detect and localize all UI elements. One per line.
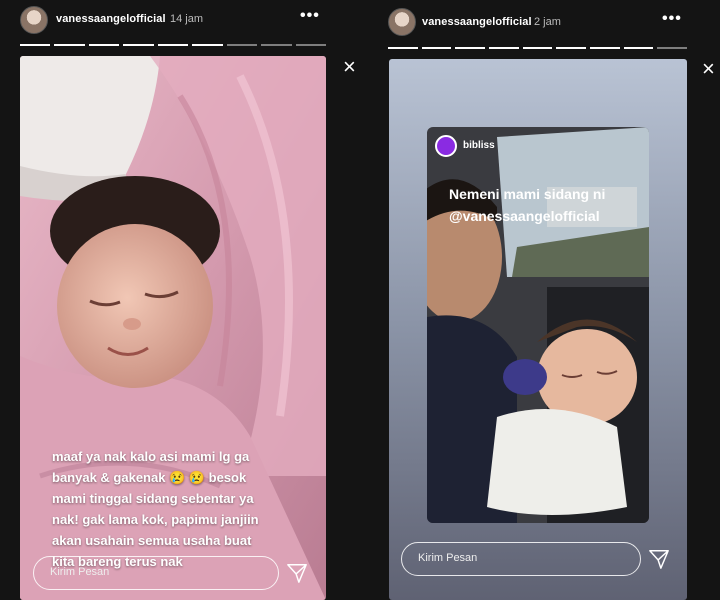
message-placeholder: Kirim Pesan [418, 552, 478, 564]
caption-line: nak! gak lama kok, papimu janjiin [52, 512, 259, 527]
progress-segment [123, 44, 154, 46]
progress-segment [54, 44, 85, 46]
progress-segment [20, 44, 51, 46]
story-progress-bar [388, 47, 688, 49]
quoted-caption: Nemeni mami sidang ni @vanessaangeloffic… [449, 183, 605, 227]
progress-segment [421, 47, 452, 49]
story-viewer-left: vanessaangelofficial 14 jam ••• × maaf y… [0, 0, 370, 600]
caption-line: banyak & gakenak 😢 😢 besok [52, 470, 247, 485]
quoted-username[interactable]: bibliss [463, 140, 495, 151]
more-dots-icon[interactable]: ••• [662, 10, 682, 28]
progress-segment [623, 47, 654, 49]
progress-segment [295, 44, 326, 46]
send-paper-plane-icon[interactable] [286, 562, 308, 584]
progress-segment [157, 44, 189, 46]
story-image[interactable]: bibliss Nemeni mami sidang ni @vanessaan… [389, 59, 687, 600]
story-timestamp: 2 jam [534, 16, 561, 28]
progress-segment [261, 44, 292, 46]
story-header: vanessaangelofficial 14 jam ••• [0, 0, 370, 38]
more-dots-icon[interactable]: ••• [300, 7, 320, 25]
progress-segment [489, 47, 519, 49]
progress-segment [455, 47, 486, 49]
message-placeholder: Kirim Pesan [50, 566, 110, 578]
progress-segment [657, 47, 688, 49]
progress-segment [590, 47, 620, 49]
caption-line: mami tinggal sidang sebentar ya [52, 491, 254, 506]
story-progress-bar [20, 44, 326, 46]
message-input[interactable]: Kirim Pesan [33, 556, 279, 590]
profile-avatar[interactable] [388, 8, 416, 36]
progress-segment [226, 44, 258, 46]
progress-segment [388, 47, 418, 49]
quoted-avatar[interactable] [435, 135, 457, 157]
progress-segment [522, 47, 553, 49]
caption-mention[interactable]: @vanessaangelofficial [449, 205, 605, 227]
story-caption: maaf ya nak kalo asi mami lg ga banyak &… [52, 446, 259, 572]
story-header: vanessaangelofficial 2 jam ••• [370, 0, 720, 38]
story-username[interactable]: vanessaangelofficial [56, 13, 166, 25]
caption-line: Nemeni mami sidang ni [449, 186, 606, 202]
send-paper-plane-icon[interactable] [648, 548, 670, 570]
message-input[interactable]: Kirim Pesan [401, 542, 641, 576]
close-icon[interactable]: × [343, 56, 356, 78]
quoted-story-card[interactable]: bibliss Nemeni mami sidang ni @vanessaan… [427, 127, 649, 523]
profile-avatar[interactable] [20, 6, 48, 34]
caption-line: akan usahain semua usaha buat [52, 533, 252, 548]
story-username[interactable]: vanessaangelofficial [422, 16, 532, 28]
caption-line: maaf ya nak kalo asi mami lg ga [52, 449, 250, 464]
progress-segment [192, 44, 223, 46]
close-icon[interactable]: × [702, 58, 715, 80]
story-viewer-right: vanessaangelofficial 2 jam ••• × bibliss… [370, 0, 720, 600]
story-timestamp: 14 jam [170, 13, 204, 25]
progress-segment [88, 44, 120, 46]
progress-segment [556, 47, 587, 49]
